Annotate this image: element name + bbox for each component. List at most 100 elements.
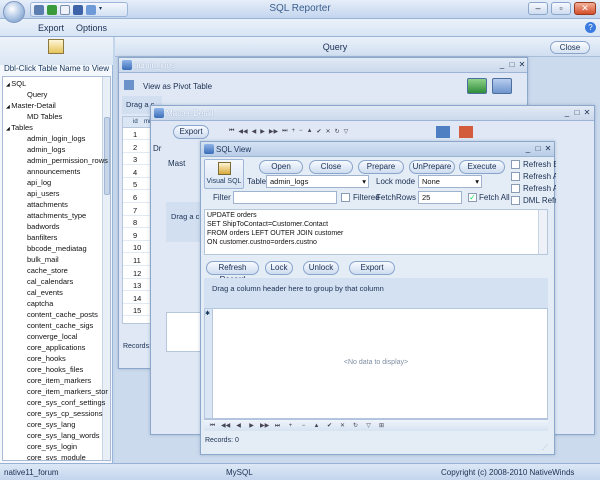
tree-item[interactable]: admin_permission_rows	[27, 155, 108, 166]
tree-item[interactable]: core_sys_conf_settings	[27, 397, 105, 408]
tree-item[interactable]: core_sys_login	[27, 441, 77, 452]
tree-item[interactable]: cal_calendars	[27, 276, 73, 287]
tree-item[interactable]: core_sys_lang	[27, 419, 75, 430]
resize-grip-icon[interactable]: ⋰	[542, 444, 550, 452]
tree-item[interactable]: converge_local	[27, 331, 77, 342]
table-row[interactable]: 2	[123, 142, 153, 153]
result-grid[interactable]: ✱ <No data to display>	[204, 308, 548, 419]
cancel-icon[interactable]: ✕	[338, 422, 347, 430]
md-navigator[interactable]: ⏮ ◀◀ ◀ ▶ ▶▶ ⏭ + − ▲ ✔ ✕ ↻ ▽	[229, 128, 419, 137]
tree-item[interactable]: core_applications	[27, 342, 85, 353]
tree-item[interactable]: attachments	[27, 199, 68, 210]
tree-item[interactable]: captcha	[27, 298, 53, 309]
prev-icon[interactable]: ◀	[234, 422, 243, 430]
tree-item[interactable]: ◢ SQL	[6, 78, 26, 89]
tree-item[interactable]: admin_login_logs	[27, 133, 85, 144]
close-query-button[interactable]: Close	[550, 41, 590, 54]
close-icon[interactable]: ✕	[582, 108, 592, 118]
tree-item[interactable]: announcements	[27, 166, 80, 177]
refresh-option-checkbox[interactable]	[511, 160, 520, 169]
tree-item[interactable]: core_sys_lang_words	[27, 430, 100, 441]
table-select[interactable]: admin_logs ▾	[266, 175, 369, 188]
table-tree[interactable]: ◢ SQL Query ◢ Master-Detail MD Tables ◢ Tabl…	[2, 76, 111, 461]
tree-item[interactable]: ◢ Tables	[6, 122, 33, 133]
tree-item[interactable]: core_item_markers_stor	[27, 386, 108, 397]
pivot-label[interactable]: View as Pivot Table	[143, 82, 212, 91]
tree-item[interactable]: core_item_markers	[27, 375, 91, 386]
help-icon[interactable]: ?	[585, 22, 596, 33]
prepare-button[interactable]: Prepare	[358, 160, 404, 174]
refresh-icon[interactable]: ↻	[351, 422, 360, 430]
tree-item[interactable]: api_users	[27, 188, 60, 199]
md-export-button[interactable]: Export	[173, 125, 209, 139]
minimize-button[interactable]: –	[528, 2, 548, 15]
tree-item[interactable]: banfilters	[27, 232, 57, 243]
chart-icon[interactable]	[467, 78, 487, 94]
tree-item[interactable]: cache_store	[27, 265, 68, 276]
maximize-icon[interactable]: □	[507, 60, 517, 70]
fetch-rows-input[interactable]: 25	[418, 191, 462, 204]
minimize-icon[interactable]: _	[497, 60, 507, 70]
table-row[interactable]: 3	[123, 154, 153, 166]
maximize-button[interactable]: ▫	[551, 2, 571, 15]
post-icon[interactable]: ✔	[325, 422, 334, 430]
lock-mode-select[interactable]: None ▾	[418, 175, 482, 188]
open-button[interactable]: Open	[259, 160, 303, 174]
refresh-record-button[interactable]: Refresh Record	[206, 261, 259, 284]
maximize-icon[interactable]: □	[533, 144, 543, 154]
table-row[interactable]: 9	[123, 230, 153, 241]
app-menu-orb[interactable]	[3, 1, 25, 23]
grid-icon[interactable]: ⊞	[377, 422, 386, 430]
refresh-option-checkbox[interactable]	[511, 196, 520, 205]
table-row[interactable]: 14	[123, 293, 153, 304]
close-window-button[interactable]: ✕	[574, 2, 596, 15]
table-row[interactable]: 4	[123, 167, 153, 178]
tree-item[interactable]: api_log	[27, 177, 51, 188]
next-icon[interactable]: ▶	[247, 422, 256, 430]
tree-item[interactable]: Query	[27, 89, 47, 100]
execute-button[interactable]: Execute	[459, 160, 505, 174]
sql-text[interactable]: UPDATE orders SET ShipToContact=Customer.…	[207, 211, 343, 247]
refresh-option-checkbox[interactable]	[511, 184, 520, 193]
close-button[interactable]: Close	[309, 160, 353, 174]
tree-item[interactable]: admin_logs	[27, 144, 65, 155]
tree-item[interactable]: bulk_mail	[27, 254, 59, 265]
sql-export-button[interactable]: Export	[349, 261, 395, 275]
prev-page-icon[interactable]: ◀◀	[221, 422, 230, 430]
lock-button[interactable]: Lock	[265, 261, 293, 275]
table-row[interactable]: 1	[123, 129, 153, 140]
tree-item[interactable]: core_hooks_files	[27, 364, 83, 375]
table-row[interactable]: 15	[123, 305, 153, 317]
tree-item[interactable]: badwords	[27, 221, 60, 232]
filtered-checkbox[interactable]	[341, 193, 350, 202]
refresh-option-checkbox[interactable]	[511, 172, 520, 181]
tree-item[interactable]: MD Tables	[27, 111, 62, 122]
list-icon[interactable]	[459, 126, 473, 138]
unprepare-button[interactable]: UnPrepare	[409, 160, 455, 174]
editor-scrollbar[interactable]	[538, 210, 547, 254]
edit-icon[interactable]: ▲	[312, 422, 321, 430]
table-row[interactable]: 13	[123, 280, 153, 292]
menu-options[interactable]: Options	[76, 23, 107, 33]
tree-item[interactable]: bbcode_mediatag	[27, 243, 87, 254]
table-row[interactable]: 5	[123, 179, 153, 191]
table-row[interactable]: 10	[123, 242, 153, 254]
tree-item[interactable]: attachments_type	[27, 210, 86, 221]
refresh-icon[interactable]	[492, 78, 512, 94]
visual-sql-button[interactable]: Visual SQL	[204, 159, 244, 189]
close-icon[interactable]: ✕	[517, 60, 527, 70]
table-row[interactable]: 11	[123, 255, 153, 266]
tree-item[interactable]: content_cache_sigs	[27, 320, 93, 331]
tree-item[interactable]: core_sys_cp_sessions	[27, 408, 102, 419]
grid-icon[interactable]	[436, 126, 450, 138]
tree-item[interactable]: core_sys_module	[27, 452, 86, 460]
table-row[interactable]: 12	[123, 268, 153, 279]
next-page-icon[interactable]: ▶▶	[260, 422, 269, 430]
tree-item[interactable]: core_hooks	[27, 353, 66, 364]
menu-export[interactable]: Export	[38, 23, 64, 33]
edit-sql-icon[interactable]	[48, 39, 64, 54]
result-navigator[interactable]: ⏮ ◀◀ ◀ ▶ ▶▶ ⏭ + − ▲ ✔ ✕ ↻ ▽ ⊞	[204, 419, 548, 431]
maximize-icon[interactable]: □	[572, 108, 582, 118]
tree-item[interactable]: ◢ Master-Detail	[6, 100, 56, 111]
minimize-icon[interactable]: _	[562, 108, 572, 118]
